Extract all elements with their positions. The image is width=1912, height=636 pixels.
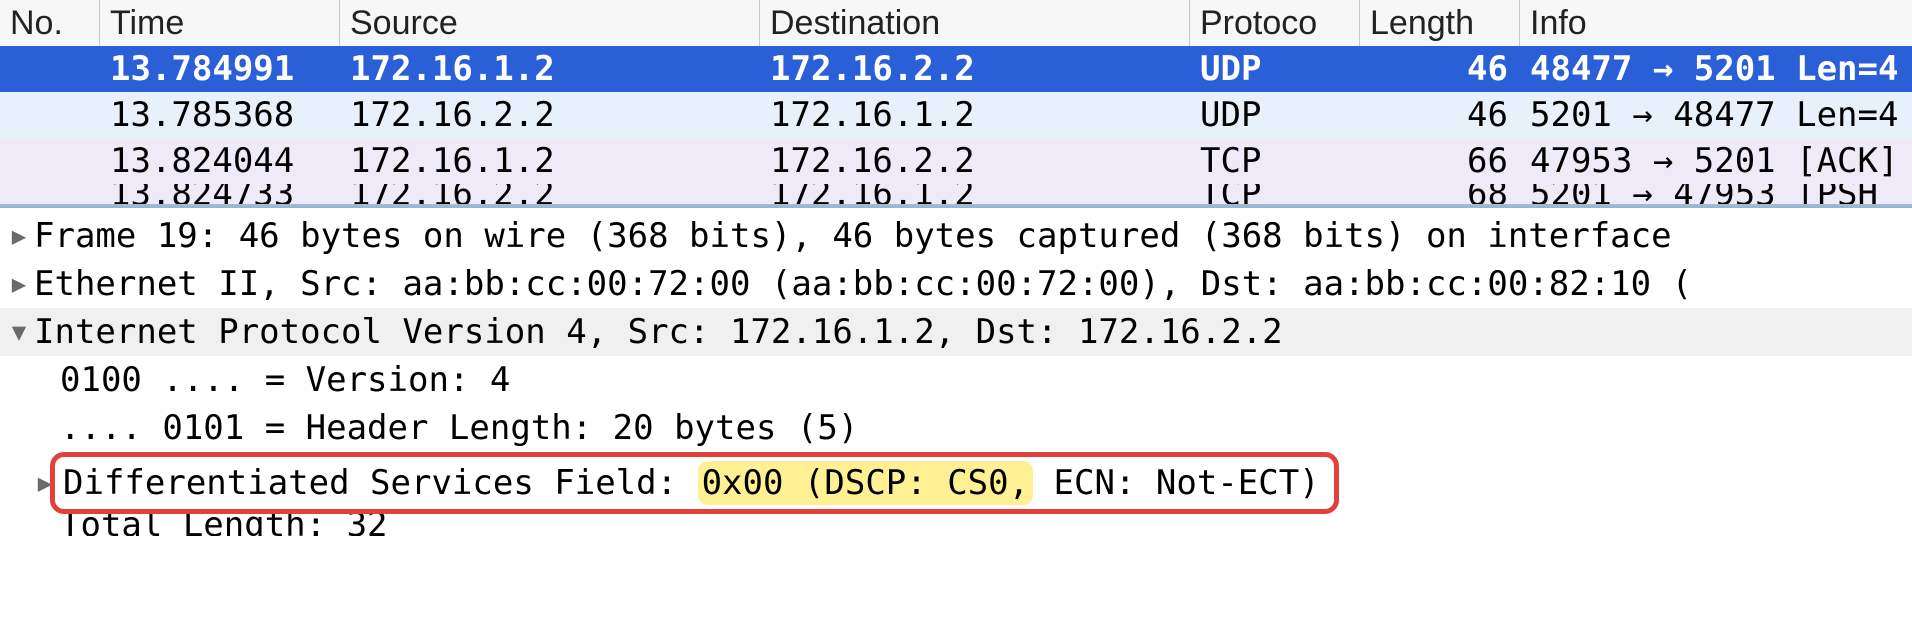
packet-list-headers[interactable]: No. Time Source Destination Protoco Leng… [0, 0, 1912, 46]
disclosure-triangle-icon[interactable]: ▼ [4, 308, 34, 356]
col-header-no[interactable]: No. [0, 0, 100, 46]
cell-destination: 172.16.2.2 [760, 49, 1190, 89]
cell-destination: 172.16.2.2 [760, 141, 1190, 181]
cell-protocol: UDP [1190, 49, 1360, 89]
col-header-source[interactable]: Source [340, 0, 760, 46]
cell-length: 68 [1360, 184, 1520, 206]
packet-row[interactable]: 13.824733 172.16.2.2 172.16.1.2 TCP 68 5… [0, 184, 1912, 206]
cell-source: 172.16.2.2 [340, 95, 760, 135]
tree-node-ethernet[interactable]: ▶ Ethernet II, Src: aa:bb:cc:00:72:00 (a… [0, 260, 1912, 308]
tree-label: Internet Protocol Version 4, Src: 172.16… [34, 308, 1283, 356]
tree-label: 0100 .... = Version: 4 [60, 356, 510, 404]
cell-source: 172.16.1.2 [340, 141, 760, 181]
tree-label: Ethernet II, Src: aa:bb:cc:00:72:00 (aa:… [34, 260, 1692, 308]
cell-destination: 172.16.1.2 [760, 184, 1190, 206]
cell-length: 66 [1360, 141, 1520, 181]
disclosure-triangle-icon[interactable]: ▶ [4, 212, 34, 260]
tree-label-prefix: Differentiated Services Field: [63, 463, 698, 503]
tree-node-frame[interactable]: ▶ Frame 19: 46 bytes on wire (368 bits),… [0, 212, 1912, 260]
wireshark-window: No. Time Source Destination Protoco Leng… [0, 0, 1912, 636]
disclosure-triangle-icon[interactable]: ▶ [4, 260, 34, 308]
packet-row[interactable]: 13.784991 172.16.1.2 172.16.2.2 UDP 46 4… [0, 46, 1912, 92]
tree-node-version[interactable]: 0100 .... = Version: 4 [0, 356, 1912, 404]
col-header-length[interactable]: Length [1360, 0, 1520, 46]
cell-source: 172.16.2.2 [340, 184, 760, 206]
packet-details-pane[interactable]: ▶ Frame 19: 46 bytes on wire (368 bits),… [0, 208, 1912, 636]
packet-row[interactable]: 13.785368 172.16.2.2 172.16.1.2 UDP 46 5… [0, 92, 1912, 138]
cell-time: 13.824044 [100, 141, 340, 181]
cell-source: 172.16.1.2 [340, 49, 760, 89]
cell-time: 13.785368 [100, 95, 340, 135]
col-header-protocol[interactable]: Protoco [1190, 0, 1360, 46]
cell-time: 13.784991 [100, 49, 340, 89]
cell-info: 47953 → 5201 [ACK] [1520, 141, 1912, 181]
cell-protocol: TCP [1190, 184, 1360, 206]
tree-node-ip[interactable]: ▼ Internet Protocol Version 4, Src: 172.… [0, 308, 1912, 356]
cell-info: 48477 → 5201 Len=4 [1520, 49, 1912, 89]
cell-protocol: TCP [1190, 141, 1360, 181]
cell-protocol: UDP [1190, 95, 1360, 135]
cell-length: 46 [1360, 95, 1520, 135]
tree-node-dsfield[interactable]: ▶ Differentiated Services Field: 0x00 (D… [0, 452, 1912, 514]
tree-node-header-length[interactable]: .... 0101 = Header Length: 20 bytes (5) [0, 404, 1912, 452]
col-header-destination[interactable]: Destination [760, 0, 1190, 46]
col-header-info[interactable]: Info [1520, 0, 1912, 46]
cell-info: 5201 → 48477 Len=4 [1520, 95, 1912, 135]
packet-list-pane[interactable]: No. Time Source Destination Protoco Leng… [0, 0, 1912, 208]
packet-row[interactable]: 13.824044 172.16.1.2 172.16.2.2 TCP 66 4… [0, 138, 1912, 184]
cell-time: 13.824733 [100, 184, 340, 206]
cell-destination: 172.16.1.2 [760, 95, 1190, 135]
cell-length: 46 [1360, 49, 1520, 89]
annotation-highlight: 0x00 (DSCP: CS0, [698, 461, 1034, 505]
annotation-callout: Differentiated Services Field: 0x00 (DSC… [50, 452, 1339, 514]
tree-label: .... 0101 = Header Length: 20 bytes (5) [60, 404, 858, 452]
col-header-time[interactable]: Time [100, 0, 340, 46]
tree-label: Total Length: 32 [60, 514, 388, 536]
tree-label: Frame 19: 46 bytes on wire (368 bits), 4… [34, 212, 1672, 260]
cell-info: 5201 → 47953 [PSH [1520, 184, 1912, 206]
tree-label-suffix: ECN: Not-ECT) [1033, 463, 1320, 503]
tree-node-total-length[interactable]: Total Length: 32 [0, 514, 1912, 536]
